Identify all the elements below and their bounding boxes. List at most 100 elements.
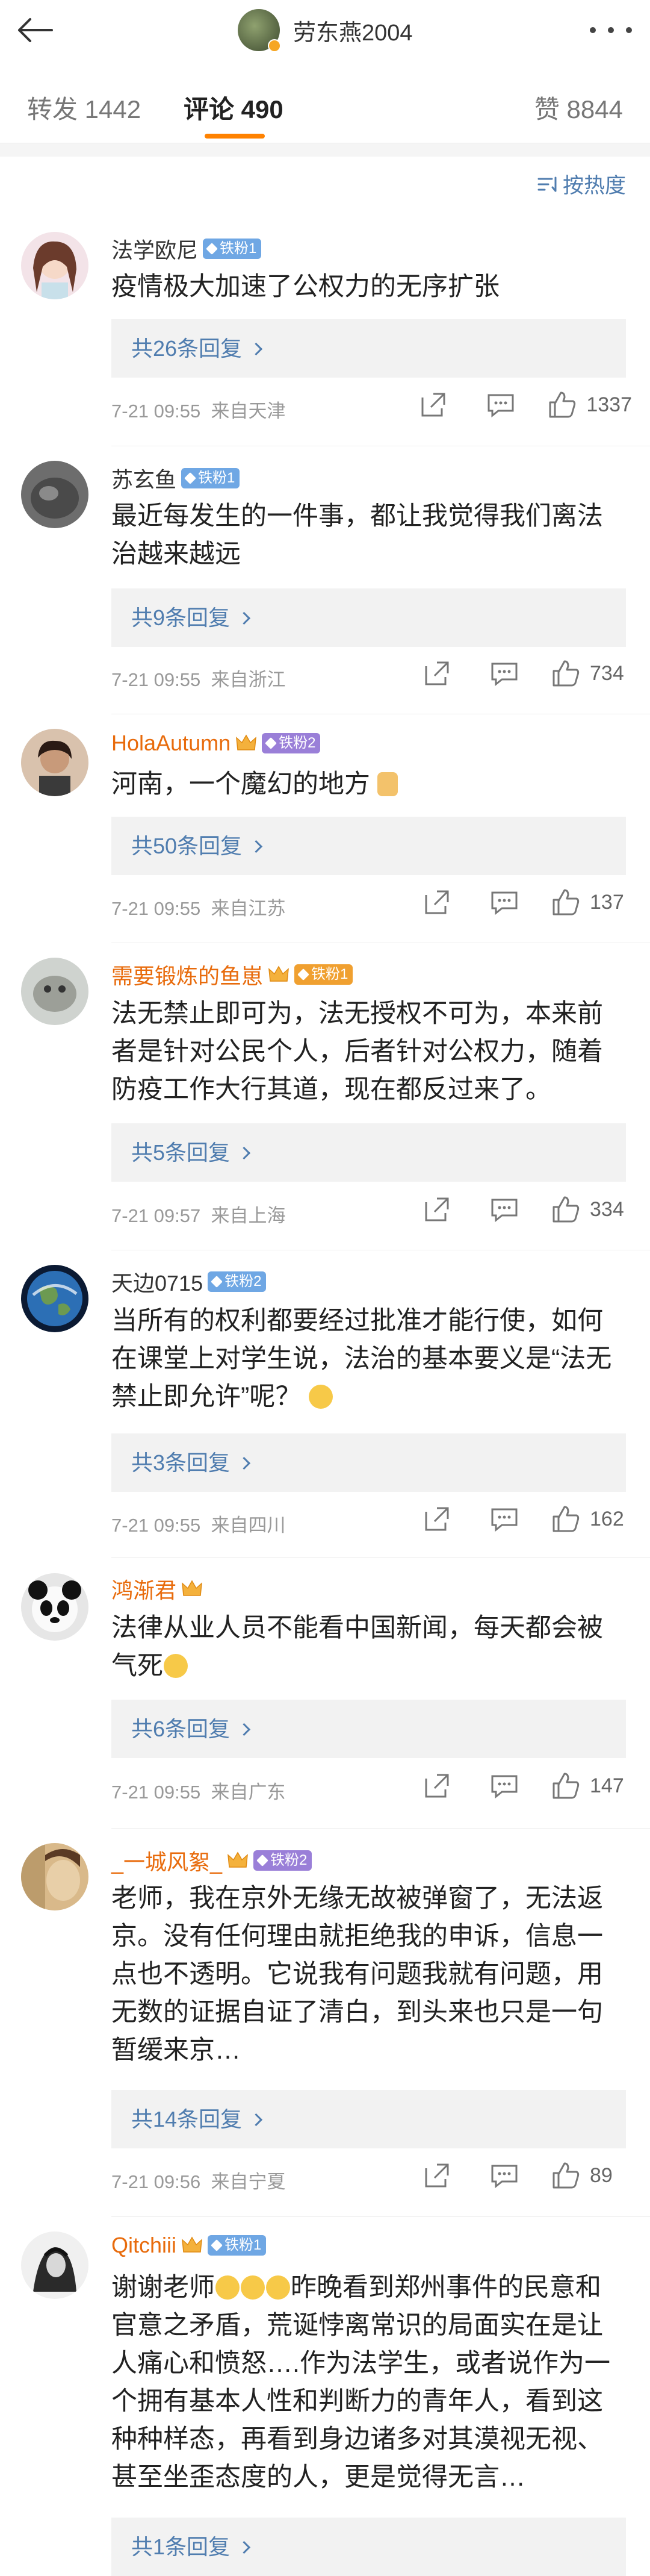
avatar[interactable] (21, 1843, 88, 1910)
section-separator (0, 143, 650, 157)
comment-location: 来自宁夏 (211, 2171, 286, 2192)
share-icon[interactable] (418, 390, 449, 419)
comment-time: 7-21 09:56 (111, 2171, 201, 2192)
like-count: 162 (590, 1507, 624, 1530)
avatar[interactable] (21, 461, 88, 528)
like-count: 147 (590, 1774, 624, 1797)
comment-icon[interactable] (489, 1195, 520, 1224)
username[interactable]: 天边0715 (111, 1266, 203, 1297)
avatar[interactable] (21, 729, 88, 796)
comment-location: 来自四川 (211, 1515, 286, 1536)
profile-name[interactable]: 劳东燕2004 (293, 14, 413, 47)
comment-actions: 162 (421, 1505, 632, 1533)
username[interactable]: 需要锻炼的鱼崽 (111, 959, 263, 990)
like-icon[interactable] (550, 1771, 581, 1800)
like-icon[interactable] (550, 1505, 581, 1533)
fan-badge: 铁粉2 (208, 1271, 267, 1292)
like-icon[interactable] (546, 390, 578, 419)
view-replies-button[interactable]: 共9条回复 (111, 588, 626, 647)
comment-meta: 7-21 09:55 来自浙江 (111, 664, 285, 691)
view-replies-button[interactable]: 共5条回复 (111, 1123, 626, 1182)
avatar[interactable] (21, 2231, 88, 2299)
avatar[interactable] (21, 1265, 88, 1332)
fan-badge: 铁粉2 (253, 1850, 312, 1871)
comment-time: 7-21 09:57 (111, 1205, 201, 1226)
sad-emoji-icon (215, 2275, 240, 2300)
like-icon[interactable] (550, 888, 581, 917)
share-icon[interactable] (421, 2161, 453, 2190)
comment-icon[interactable] (489, 1505, 520, 1533)
tab-comments[interactable]: 评论 490 (184, 89, 283, 126)
comment-time: 7-21 09:55 (111, 1515, 201, 1536)
comment-icon[interactable] (489, 888, 520, 917)
comment-meta: 7-21 09:55 来自江苏 (111, 893, 285, 920)
comment-actions: 734 (421, 659, 632, 688)
comment-location: 来自广东 (211, 1782, 286, 1803)
comment-text: 法律从业人员不能看中国新闻，每天都会被气死 (111, 1614, 603, 1680)
tab-bar: 转发 1442 评论 490 赞 8844 (0, 66, 650, 143)
divider (111, 2216, 650, 2217)
like-icon[interactable] (550, 1195, 581, 1224)
tab-likes[interactable]: 赞 8844 (534, 89, 623, 126)
view-replies-button[interactable]: 共6条回复 (111, 1700, 626, 1758)
like-icon[interactable] (550, 659, 581, 688)
username[interactable]: 法学欧尼 (111, 233, 198, 264)
share-icon[interactable] (421, 1195, 453, 1224)
fan-badge: 铁粉1 (294, 964, 353, 985)
divider (111, 1828, 650, 1829)
comment-time: 7-21 09:55 (111, 898, 201, 919)
username[interactable]: _一城风絮_ (111, 1845, 222, 1876)
vip-crown-icon (228, 1851, 248, 1868)
comment-icon[interactable] (489, 659, 520, 688)
view-replies-button[interactable]: 共3条回复 (111, 1433, 626, 1492)
comment-icon[interactable] (489, 2161, 520, 2190)
comment-actions: 89 (421, 2161, 632, 2190)
angry-emoji-icon (164, 1654, 188, 1678)
comment-meta: 7-21 09:57 来自上海 (111, 1200, 285, 1227)
avatar[interactable] (21, 1573, 88, 1641)
vip-crown-icon (236, 734, 257, 750)
comment-time: 7-21 09:55 (111, 1782, 201, 1803)
share-icon[interactable] (421, 888, 453, 917)
profile-avatar[interactable] (238, 9, 281, 52)
comment-text: 老师，我在京外无缘无故被弹窗了，无法返京。没有任何理由就拒绝我的申诉，信息一点也… (111, 1884, 603, 2065)
tab-repost[interactable]: 转发 1442 (27, 89, 141, 126)
username[interactable]: 鸿渐君 (111, 1573, 176, 1605)
top-bar: 劳东燕2004 (0, 0, 650, 60)
comment-location: 来自江苏 (211, 898, 286, 919)
fan-badge: 铁粉1 (208, 2235, 267, 2256)
comment-actions: 147 (421, 1771, 632, 1800)
share-icon[interactable] (421, 1771, 453, 1800)
view-replies-button[interactable]: 共50条回复 (111, 817, 626, 875)
divider (111, 1557, 650, 1558)
comment-actions: 334 (421, 1195, 632, 1224)
profile-header[interactable]: 劳东燕2004 (238, 5, 413, 55)
comment-icon[interactable] (489, 1771, 520, 1800)
like-icon[interactable] (550, 2161, 581, 2190)
like-count: 89 (590, 2163, 613, 2187)
view-replies-button[interactable]: 共14条回复 (111, 2090, 626, 2148)
share-icon[interactable] (421, 1505, 453, 1533)
comment-meta: 7-21 09:55 来自广东 (111, 1777, 285, 1804)
sort-by-hot-button[interactable]: 按热度 (537, 169, 626, 199)
like-count: 137 (590, 890, 624, 914)
username[interactable]: Qitchiii (111, 2233, 176, 2258)
sort-label: 按热度 (562, 174, 626, 198)
like-count: 734 (590, 661, 624, 685)
comment-icon[interactable] (485, 390, 516, 419)
sad-emoji-icon (241, 2275, 265, 2300)
more-dots-icon[interactable] (590, 13, 632, 47)
comment-location: 来自上海 (211, 1205, 286, 1226)
comment-actions: 137 (421, 888, 632, 917)
share-icon[interactable] (421, 659, 453, 688)
avatar[interactable] (21, 232, 88, 299)
active-tab-indicator (205, 134, 265, 139)
avatar[interactable] (21, 958, 88, 1025)
comment-location: 来自浙江 (211, 669, 286, 690)
view-replies-button[interactable]: 共1条回复 (111, 2518, 626, 2576)
view-replies-button[interactable]: 共26条回复 (111, 319, 626, 378)
verified-badge-icon (268, 39, 281, 52)
username[interactable]: 苏玄鱼 (111, 463, 176, 494)
username[interactable]: HolaAutumn (111, 731, 231, 756)
back-arrow-icon[interactable] (17, 12, 53, 48)
